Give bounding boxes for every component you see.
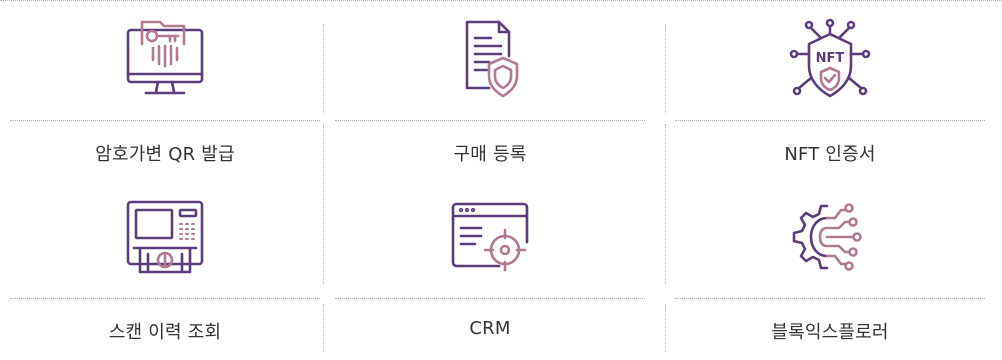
encrypted-qr-monitor-icon (10, 14, 320, 104)
feature-label: 구매 등록 (453, 144, 527, 165)
feature-tile-purchase-registration[interactable]: 구매 등록 (335, 0, 645, 175)
document-shield-icon (335, 14, 645, 104)
browser-target-icon (335, 192, 645, 282)
feature-label: NFT 인증서 (784, 144, 876, 165)
tile-divider (10, 120, 320, 121)
svg-text:NFT: NFT (816, 51, 845, 66)
column-separator (323, 24, 324, 114)
tile-divider (335, 120, 645, 121)
feature-label: 암호가변 QR 발급 (95, 144, 235, 165)
gear-network-icon (675, 192, 985, 282)
column-separator (323, 124, 324, 284)
tile-divider (10, 298, 320, 299)
tile-divider (335, 298, 645, 299)
column-separator (665, 124, 666, 284)
atm-scan-icon (10, 192, 320, 282)
column-separator (665, 24, 666, 114)
feature-label: 스캔 이력 조회 (108, 322, 222, 343)
feature-label: CRM (469, 318, 511, 339)
nft-certificate-icon: NFT (675, 14, 985, 104)
feature-tile-scan-history[interactable]: 스캔 이력 조회 (10, 178, 320, 353)
tile-divider (675, 120, 985, 121)
feature-tile-crm[interactable]: CRM (335, 178, 645, 353)
column-separator (665, 304, 666, 352)
tile-divider (675, 298, 985, 299)
feature-tile-block-explorer[interactable]: 블록익스플로러 (675, 178, 985, 353)
feature-grid: 암호가변 QR 발급 구매 등록 NFT NFT 인증서 스캔 이력 조회 CR… (0, 0, 1002, 360)
feature-label: 블록익스플로러 (771, 322, 889, 343)
feature-tile-nft-certificate[interactable]: NFT NFT 인증서 (675, 0, 985, 175)
feature-tile-encrypted-qr[interactable]: 암호가변 QR 발급 (10, 0, 320, 175)
column-separator (323, 304, 324, 352)
